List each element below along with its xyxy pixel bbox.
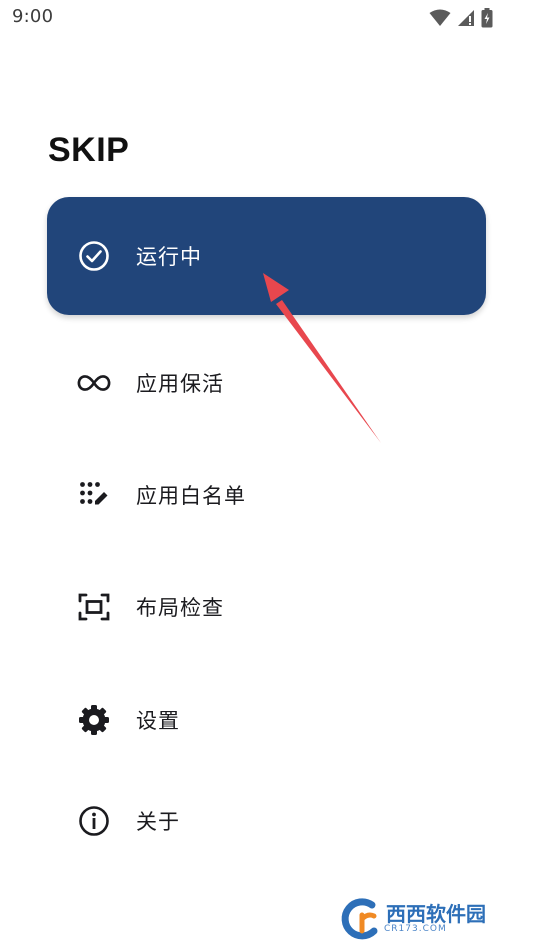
menu-item-whitelist[interactable]: 应用白名单 <box>47 436 486 554</box>
status-bar: 9:00 <box>0 0 533 36</box>
check-circle-icon <box>77 239 111 273</box>
menu-item-label: 关于 <box>136 810 180 834</box>
menu-item-running[interactable]: 运行中 <box>47 197 486 315</box>
menu-item-layout-inspect[interactable]: 布局检查 <box>47 548 486 666</box>
status-icons <box>429 8 493 28</box>
screen: 9:00 SKIP 运行中 应用保活 应用白名单 布局检查 设置 关于 西西软件… <box>0 0 533 948</box>
menu-item-keep-alive[interactable]: 应用保活 <box>47 324 486 442</box>
status-time: 9:00 <box>12 6 54 27</box>
frame-scan-icon <box>77 590 111 624</box>
infinity-icon <box>77 366 111 400</box>
gear-icon <box>77 703 111 737</box>
watermark: 西西软件园 CR173.COM <box>340 897 516 941</box>
menu-item-label: 应用保活 <box>136 372 224 396</box>
dots-edit-icon <box>77 478 111 512</box>
info-icon <box>77 804 111 838</box>
menu-item-label: 布局检查 <box>136 596 224 620</box>
menu-item-about[interactable]: 关于 <box>47 762 486 880</box>
signal-icon <box>457 9 475 27</box>
menu-item-label: 运行中 <box>136 245 202 269</box>
watermark-text: 西西软件园 <box>386 902 486 926</box>
menu-item-label: 应用白名单 <box>136 484 246 508</box>
wifi-icon <box>429 9 451 27</box>
menu-item-label: 设置 <box>136 709 180 733</box>
app-title: SKIP <box>48 131 130 169</box>
battery-icon <box>481 8 493 28</box>
watermark-logo <box>341 898 378 940</box>
